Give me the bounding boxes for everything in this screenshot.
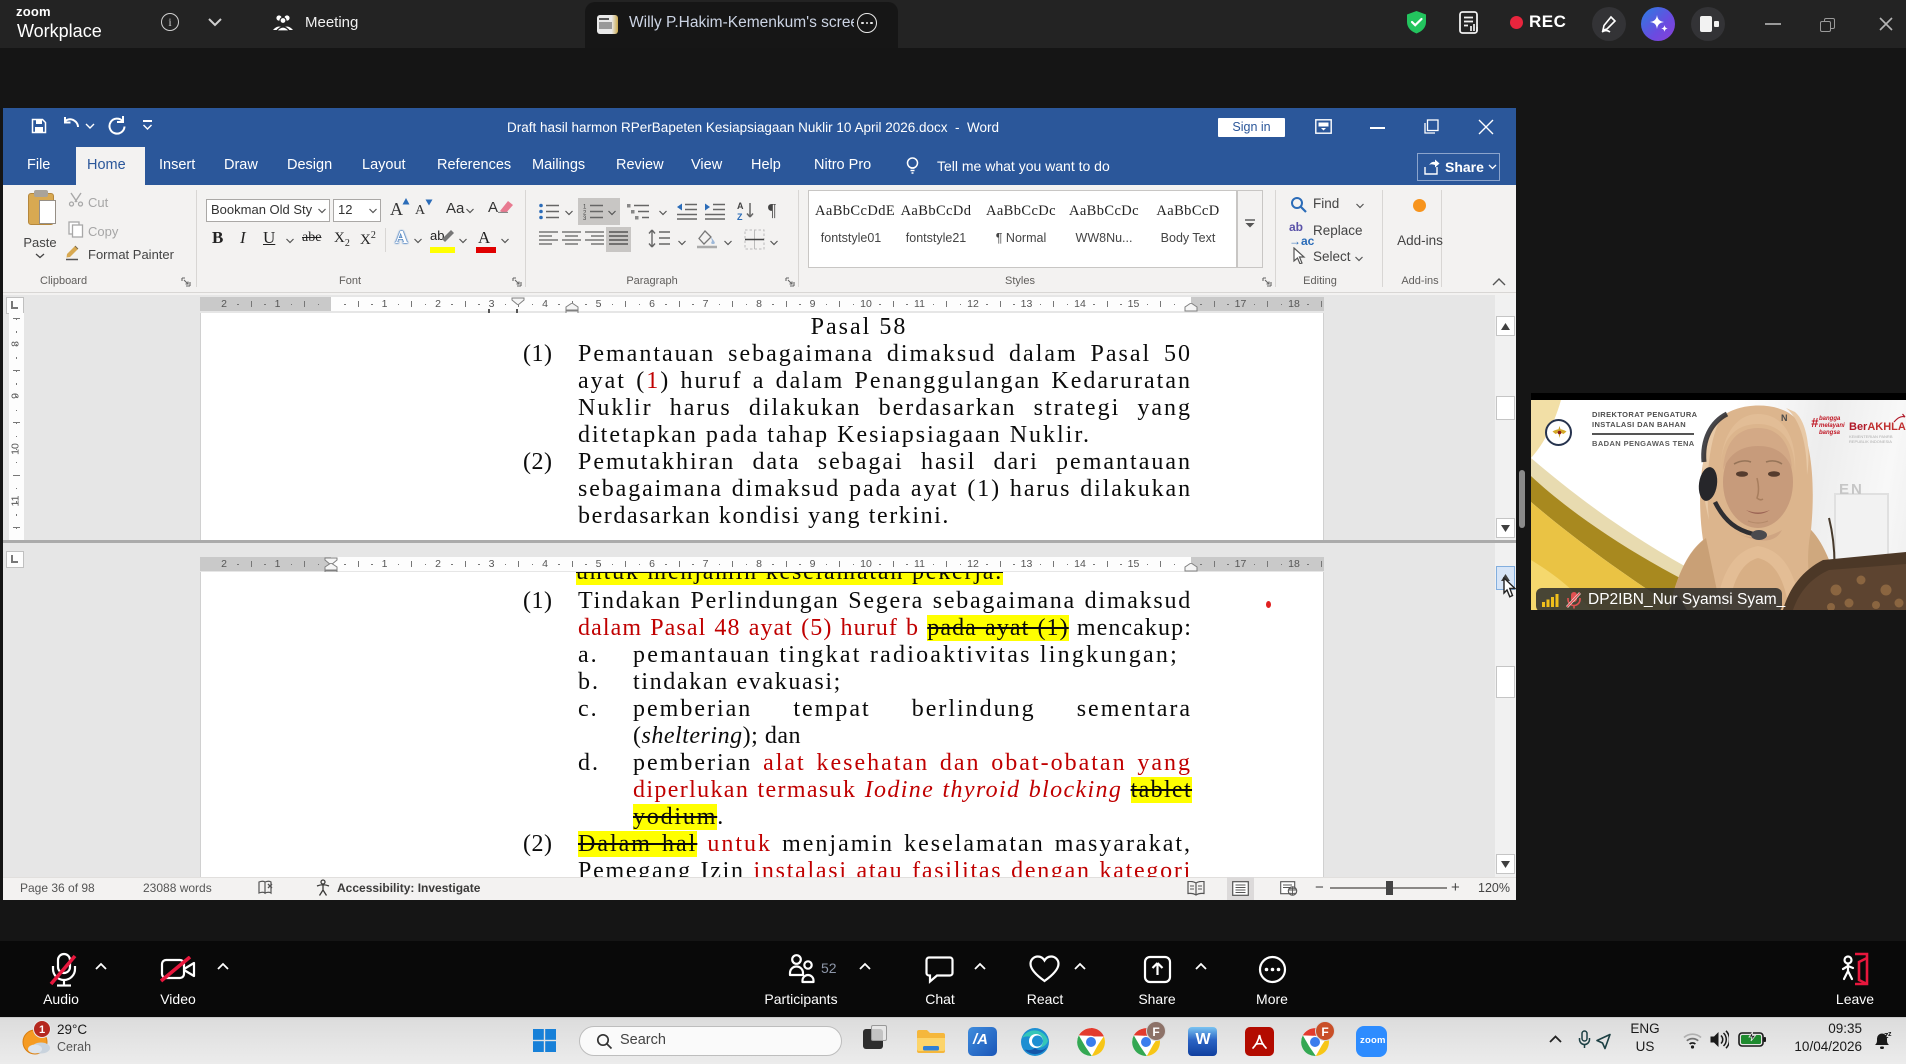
svg-text:3: 3 <box>583 216 587 220</box>
svg-text:z: z <box>1888 1031 1892 1038</box>
svg-text:Z: Z <box>737 212 743 221</box>
svg-text:A: A <box>737 201 744 211</box>
